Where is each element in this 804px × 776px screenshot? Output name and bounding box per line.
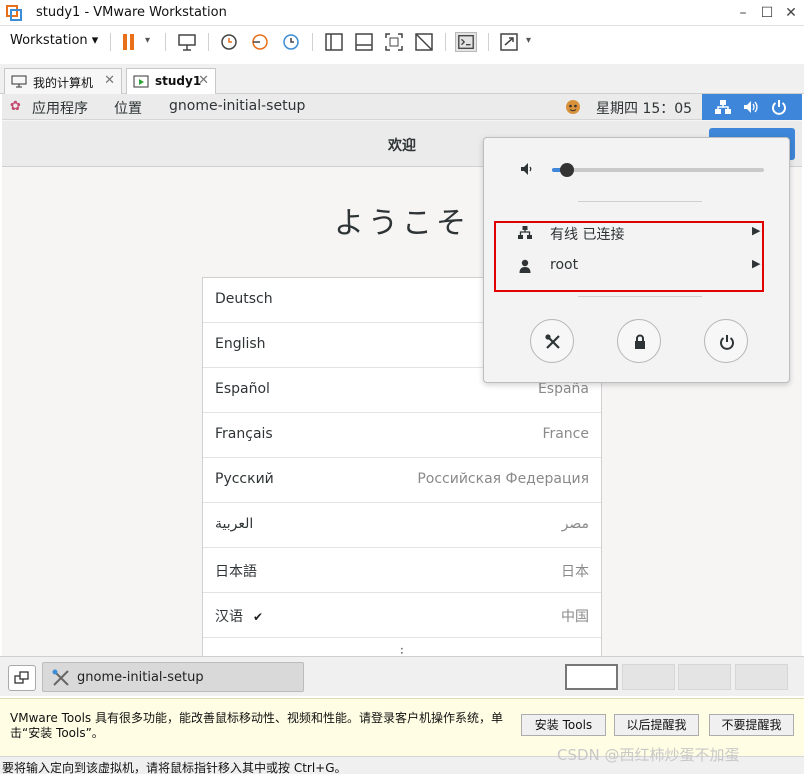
power-icon bbox=[720, 335, 734, 350]
checkmark-icon: ✔ bbox=[253, 610, 264, 624]
menu-separator bbox=[578, 296, 702, 297]
terminal-icon[interactable] bbox=[455, 32, 477, 52]
volume-icon bbox=[744, 101, 758, 113]
snapshot-icon[interactable] bbox=[218, 32, 240, 52]
red-highlight-box bbox=[494, 221, 764, 292]
volume-slider-handle[interactable] bbox=[559, 163, 574, 177]
restore-window-button[interactable] bbox=[8, 665, 36, 691]
settings-button[interactable] bbox=[530, 319, 574, 363]
vm-tabs-bar: 我的计算机 ✕ study1 ✕ bbox=[0, 64, 804, 94]
tools-icon bbox=[545, 334, 560, 349]
send-ctrl-alt-del-icon[interactable] bbox=[176, 32, 198, 52]
setup-tools-icon bbox=[52, 669, 69, 686]
toolbar-divider bbox=[445, 33, 446, 51]
restore-icon bbox=[14, 671, 29, 684]
tab-label: study1 bbox=[155, 74, 202, 88]
wired-network-icon bbox=[715, 100, 731, 114]
taskbar-item[interactable]: gnome-initial-setup bbox=[42, 662, 304, 692]
language-region: 中国 bbox=[561, 609, 589, 625]
system-status-area[interactable] bbox=[702, 94, 802, 120]
volume-slider[interactable] bbox=[552, 163, 764, 177]
taskbar-item-label: gnome-initial-setup bbox=[77, 670, 204, 685]
power-icon bbox=[772, 100, 786, 115]
snapshot-manager-icon[interactable] bbox=[280, 32, 302, 52]
keyboard-layout-icon[interactable] bbox=[565, 99, 581, 115]
notice-message: VMware Tools 具有很多功能，能改善鼠标移动性、视频和性能。请登录客户… bbox=[10, 711, 503, 740]
csdn-watermark: CSDN @西红柿炒蛋不加蛋 bbox=[557, 746, 740, 764]
lock-icon bbox=[635, 334, 645, 349]
close-button[interactable]: ✕ bbox=[776, 0, 804, 26]
language-name: 日本語 bbox=[215, 564, 257, 580]
stretch-dropdown-icon[interactable]: ▾ bbox=[526, 35, 531, 46]
sidebar-view-icon[interactable] bbox=[323, 32, 345, 52]
revert-snapshot-icon[interactable] bbox=[249, 32, 271, 52]
fullscreen-icon[interactable] bbox=[383, 32, 405, 52]
language-region: España bbox=[537, 381, 589, 397]
vmware-toolbar: Workstation ▾ ▾ ▾ bbox=[0, 26, 804, 58]
toolbar-divider bbox=[208, 33, 209, 51]
toolbar-divider bbox=[165, 33, 166, 51]
vmware-app-icon bbox=[6, 5, 22, 21]
language-name: Español bbox=[215, 381, 270, 397]
workspace-2[interactable] bbox=[622, 664, 675, 690]
lock-button[interactable] bbox=[617, 319, 661, 363]
language-region: Российская Федерация bbox=[417, 471, 589, 487]
volume-icon bbox=[521, 163, 532, 175]
language-name: English bbox=[215, 336, 266, 352]
menu-separator bbox=[578, 201, 702, 202]
toolbar-divider bbox=[312, 33, 313, 51]
tab-label: 我的计算机 bbox=[33, 76, 94, 90]
language-name: 汉语 ✔ bbox=[215, 609, 264, 625]
workspace-1[interactable] bbox=[565, 664, 618, 690]
window-titlebar: study1 - VMware Workstation – ☐ ✕ bbox=[0, 0, 804, 26]
workspace-4[interactable] bbox=[735, 664, 788, 690]
vm-running-icon bbox=[133, 75, 149, 88]
tab-study1[interactable]: study1 ✕ bbox=[126, 68, 216, 94]
places-menu[interactable]: 位置 bbox=[114, 98, 142, 118]
applications-menu[interactable]: 应用程序 bbox=[32, 98, 88, 118]
toolbar-divider bbox=[488, 33, 489, 51]
language-name: Français bbox=[215, 426, 273, 442]
remind-later-button[interactable]: 以后提醒我 bbox=[614, 714, 699, 736]
workspace-3[interactable] bbox=[678, 664, 731, 690]
language-region: 日本 bbox=[561, 564, 589, 580]
language-row[interactable]: 日本語 日本 bbox=[203, 548, 601, 593]
power-off-button[interactable] bbox=[704, 319, 748, 363]
language-name: Русский bbox=[215, 471, 274, 487]
gnome-foot-icon: ✿ bbox=[10, 99, 21, 114]
pause-dropdown-icon[interactable]: ▾ bbox=[145, 35, 150, 46]
language-row-selected[interactable]: 汉语 ✔ 中国 bbox=[203, 593, 601, 638]
install-tools-button[interactable]: 安装 Tools bbox=[521, 714, 606, 736]
close-tab-icon[interactable]: ✕ bbox=[198, 73, 209, 88]
unity-icon[interactable] bbox=[413, 32, 435, 52]
language-row[interactable]: Русский Российская Федерация bbox=[203, 458, 601, 503]
console-view-icon[interactable] bbox=[353, 32, 375, 52]
language-region: مصر bbox=[561, 516, 589, 532]
workstation-menu[interactable]: Workstation ▾ bbox=[10, 33, 98, 48]
language-row[interactable]: Français France bbox=[203, 413, 601, 458]
never-remind-button[interactable]: 不要提醒我 bbox=[709, 714, 794, 736]
gnome-top-bar: ✿ 应用程序 位置 gnome-initial-setup 星期四 15：05 bbox=[2, 94, 802, 120]
computer-icon bbox=[11, 75, 27, 88]
toolbar-divider bbox=[110, 33, 111, 51]
language-name: Deutsch bbox=[215, 291, 273, 307]
vm-bottom-bar: gnome-initial-setup bbox=[0, 656, 804, 696]
close-tab-icon[interactable]: ✕ bbox=[104, 73, 115, 88]
language-region: France bbox=[542, 426, 589, 442]
tab-my-computer[interactable]: 我的计算机 ✕ bbox=[4, 68, 122, 94]
stretch-icon[interactable] bbox=[498, 32, 520, 52]
active-app-menu[interactable]: gnome-initial-setup bbox=[169, 98, 305, 114]
language-name: العربية bbox=[215, 516, 254, 532]
window-title: study1 - VMware Workstation bbox=[36, 5, 227, 20]
status-message: 要将输入定向到该虚拟机，请将鼠标指针移入其中或按 Ctrl+G。 bbox=[2, 761, 347, 775]
clock[interactable]: 星期四 15：05 bbox=[596, 98, 692, 118]
pause-icon[interactable] bbox=[118, 32, 140, 52]
more-languages-icon[interactable]: ⋮ bbox=[203, 638, 601, 656]
language-row[interactable]: العربية مصر bbox=[203, 503, 601, 548]
